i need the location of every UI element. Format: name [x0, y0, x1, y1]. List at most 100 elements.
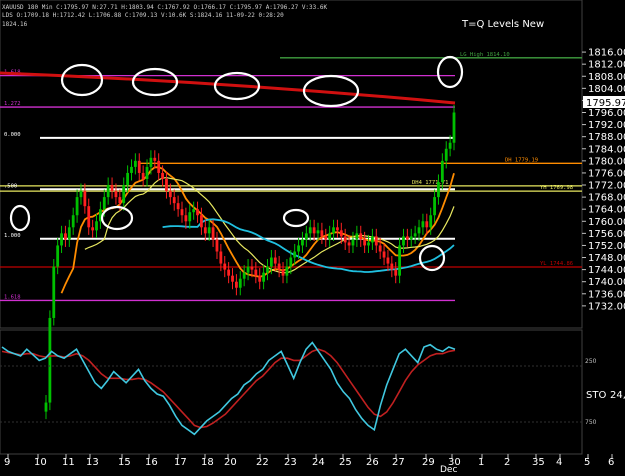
level-label: 1.000: [4, 233, 21, 239]
candle-body: [413, 233, 417, 237]
candle-body: [254, 269, 258, 276]
date-tick-label: 18: [201, 457, 214, 468]
price-tick-label: 1764.00: [588, 205, 625, 216]
date-tick-label: 16: [145, 457, 158, 468]
candles-layer: [44, 104, 456, 420]
stochastic-pane: [0, 329, 583, 455]
candle-body: [417, 227, 421, 234]
price-tick-label: 1744.00: [588, 265, 625, 276]
candle-body: [102, 197, 106, 210]
chart-title: T=Q Levels New: [461, 19, 544, 30]
date-tick-label: 29: [422, 457, 435, 468]
price-tick-label: 1776.00: [588, 168, 625, 179]
candle-body: [394, 269, 398, 276]
header-symbol-line: XAUUSD 180 Min C:1795.97 N:27.71 H:1803.…: [2, 4, 327, 11]
candle-body: [355, 233, 359, 240]
level-label: .500: [4, 183, 17, 189]
date-tick-label: 25: [339, 457, 352, 468]
candle-body: [56, 245, 60, 267]
candle-body: [149, 157, 153, 167]
candle-body: [382, 251, 386, 258]
date-tick-label: 22: [256, 457, 269, 468]
month-label: Dec: [440, 465, 457, 475]
candle-body: [440, 160, 444, 182]
candle-body: [172, 197, 176, 204]
annotation-ellipse: [282, 208, 310, 228]
price-tick-label: 1812.00: [588, 60, 625, 71]
sto-tick-750: 750: [585, 419, 597, 426]
candle-body: [409, 236, 413, 240]
price-tick-label: 1808.00: [588, 72, 625, 83]
candle-body: [118, 197, 122, 204]
candle-body: [273, 257, 277, 264]
candle-body: [180, 209, 184, 216]
candle-body: [215, 239, 219, 252]
price-tick-label: 1740.00: [588, 277, 625, 288]
candle-body: [141, 172, 145, 179]
sto-tick-250: 250: [585, 358, 597, 365]
candle-body: [405, 236, 409, 240]
price-tick-label: 1788.00: [588, 132, 625, 143]
candle-body: [371, 236, 374, 243]
date-axis: 9 10 11 13 15 16 17 18 20 22 23 24 25 26 27 29 30 1 2 35 4 5 6: [4, 454, 614, 468]
ma-cyan-line: [162, 218, 455, 273]
candle-body: [378, 245, 382, 252]
candle-body: [297, 245, 300, 252]
candle-body: [168, 191, 172, 198]
last-price-label: 1795.97: [586, 98, 625, 109]
candle-body: [235, 281, 238, 288]
candle-body: [437, 182, 440, 198]
level-label: 1.272: [4, 101, 21, 107]
price-tick-label: 1760.00: [588, 217, 625, 228]
candle-body: [301, 239, 304, 246]
candle-body: [153, 157, 157, 161]
date-tick-label: 35: [532, 457, 545, 468]
level-label: YH 1769.98: [540, 185, 573, 191]
candle-body: [293, 251, 297, 258]
sto-d-line: [1, 348, 456, 429]
date-tick-label: 23: [284, 457, 297, 468]
price-tick-label: 1804.00: [588, 84, 625, 95]
candle-body: [269, 257, 273, 267]
candle-body: [231, 275, 234, 282]
candle-body: [52, 266, 56, 318]
annotation-ellipse: [436, 55, 464, 89]
candle-body: [91, 227, 95, 231]
candle-body: [425, 221, 429, 228]
price-tick-label: 1752.00: [588, 241, 625, 252]
candle-body: [219, 251, 223, 264]
candle-body: [188, 212, 192, 222]
level-label: DH 1779.19: [505, 157, 538, 163]
price-tick-label: 1768.00: [588, 193, 625, 204]
candle-body: [308, 227, 312, 234]
candle-body: [250, 266, 254, 270]
price-tick-label: 1772.00: [588, 181, 625, 192]
candle-body: [433, 197, 436, 216]
sto-value: 24,: [610, 390, 625, 401]
date-tick-label: 1: [478, 457, 484, 468]
candle-body: [304, 233, 308, 240]
candle-body: [324, 236, 328, 240]
candle-body: [448, 142, 452, 149]
date-tick-label: 20: [224, 457, 237, 468]
price-tick-label: 1792.00: [588, 120, 625, 131]
sto-label: STO: [586, 390, 606, 401]
price-tick-label: 1732.00: [588, 301, 625, 312]
candle-body: [351, 239, 355, 246]
candle-body: [285, 266, 289, 276]
date-tick-label: 13: [86, 457, 99, 468]
price-tick-label: 1784.00: [588, 144, 625, 155]
candle-body: [67, 227, 71, 240]
candle-body: [242, 272, 246, 279]
price-tick-label: 1796.00: [588, 108, 625, 119]
candle-body: [320, 230, 324, 237]
header-first-value: 1824.16: [2, 21, 28, 28]
candle-body: [157, 160, 161, 173]
candle-body: [106, 185, 110, 198]
candle-body: [262, 272, 265, 282]
candle-body: [246, 266, 250, 273]
candle-body: [277, 263, 281, 270]
date-tick-label: 15: [118, 457, 131, 468]
level-label: LG High 1814.10: [460, 52, 510, 58]
price-tick-label: 1756.00: [588, 229, 625, 240]
